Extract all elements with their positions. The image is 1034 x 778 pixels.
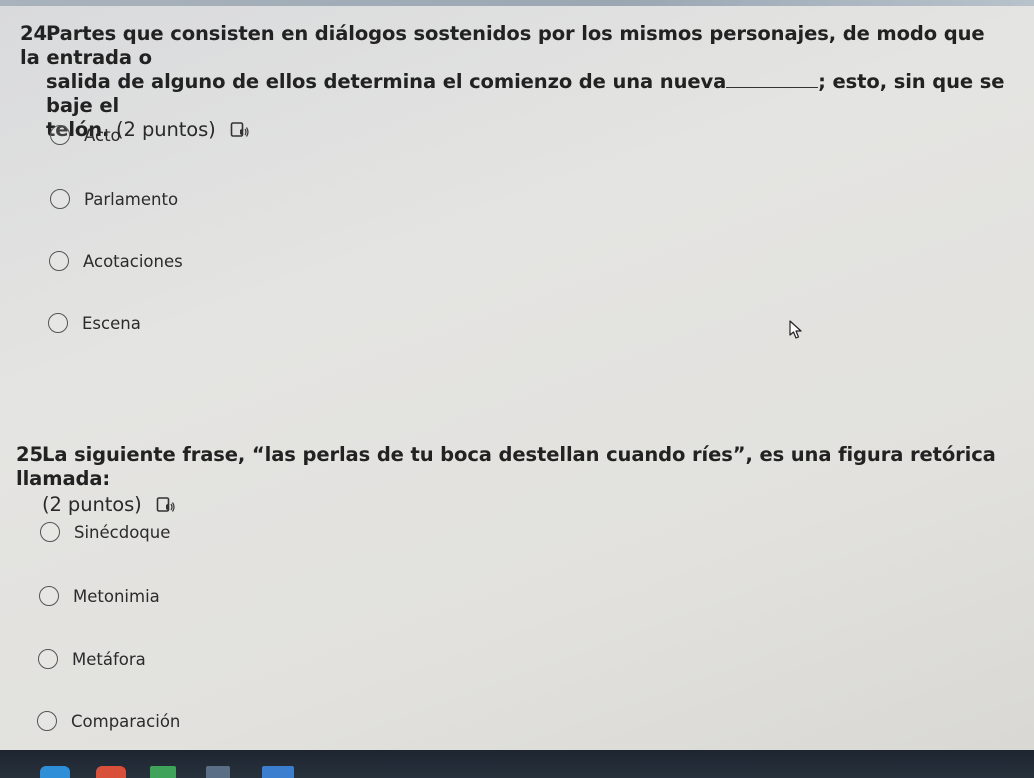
question-number: 24. — [20, 22, 55, 45]
radio-button-icon[interactable] — [48, 313, 68, 333]
fill-in-blank — [726, 71, 819, 88]
radio-button-icon[interactable] — [49, 251, 69, 271]
question-number: 25. — [16, 443, 51, 466]
radio-button-icon[interactable] — [39, 586, 59, 606]
immersive-reader-icon[interactable] — [230, 121, 250, 139]
app-icon[interactable] — [96, 766, 126, 778]
option-metonimia[interactable]: Metonimia — [39, 582, 160, 610]
option-label: Metáfora — [72, 649, 146, 669]
points-label: (2 puntos) — [42, 493, 142, 516]
question-text-line: La siguiente frase, “las perlas de tu bo… — [16, 443, 996, 490]
option-label: Acotaciones — [83, 251, 183, 271]
question-24-text-line3: telón. (2 puntos) — [20, 118, 1010, 142]
question-24-text: 24.Partes que consisten en diálogos sost… — [20, 22, 1010, 70]
option-acto[interactable]: Acto — [50, 121, 121, 149]
option-label: Acto — [84, 125, 121, 145]
option-label: Parlamento — [84, 189, 179, 209]
option-label: Escena — [82, 313, 141, 333]
radio-button-icon[interactable] — [40, 522, 60, 542]
question-25-points-line: (2 puntos) — [16, 493, 1006, 517]
radio-button-icon[interactable] — [50, 125, 70, 145]
app-icon[interactable] — [150, 766, 176, 778]
radio-button-icon[interactable] — [50, 189, 70, 209]
immersive-reader-icon[interactable] — [156, 496, 176, 514]
option-acotaciones[interactable]: Acotaciones — [49, 247, 183, 275]
app-icon[interactable] — [206, 766, 230, 778]
radio-button-icon[interactable] — [37, 711, 57, 731]
option-comparacion[interactable]: Comparación — [37, 707, 180, 735]
question-25-text: 25.La siguiente frase, “las perlas de tu… — [16, 443, 1006, 491]
window-top-edge — [0, 0, 1034, 6]
question-24: 24.Partes que consisten en diálogos sost… — [20, 22, 1010, 142]
mouse-pointer-icon — [789, 320, 802, 339]
radio-button-icon[interactable] — [38, 649, 58, 669]
option-label: Metonimia — [73, 586, 160, 606]
question-text-part: salida de alguno de ellos determina el c… — [46, 70, 727, 93]
option-label: Sinécdoque — [74, 522, 171, 542]
question-25: 25.La siguiente frase, “las perlas de tu… — [16, 443, 1006, 517]
question-text-line: Partes que consisten en diálogos sosteni… — [20, 22, 985, 69]
option-metafora[interactable]: Metáfora — [38, 645, 146, 673]
option-label: Comparación — [71, 711, 181, 731]
taskbar — [0, 750, 1034, 778]
browser-icon[interactable] — [40, 766, 70, 778]
points-label: (2 puntos) — [116, 118, 216, 141]
question-24-text-line2: salida de alguno de ellos determina el c… — [20, 70, 1010, 118]
option-escena[interactable]: Escena — [48, 309, 141, 337]
option-parlamento[interactable]: Parlamento — [50, 185, 178, 213]
option-sinecdoque[interactable]: Sinécdoque — [40, 518, 170, 546]
app-icon[interactable] — [262, 766, 294, 778]
